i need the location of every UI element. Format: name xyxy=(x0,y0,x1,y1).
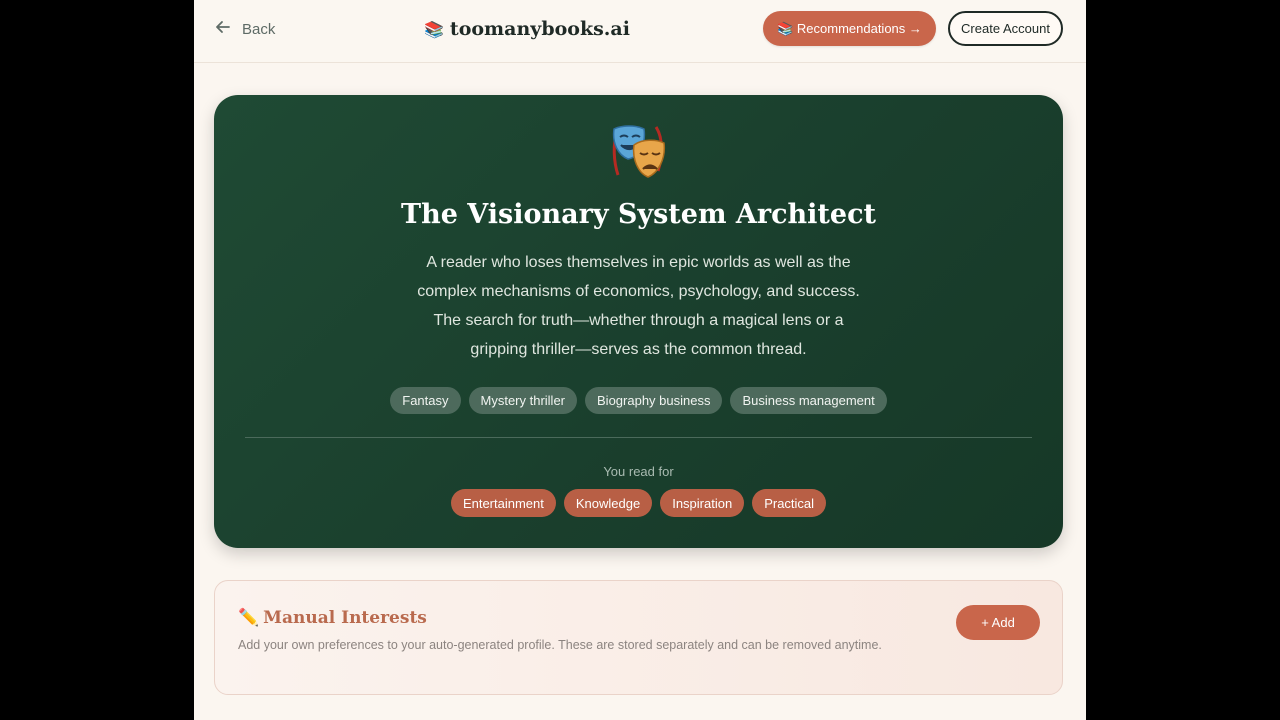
brand-name: toomanybooks.ai xyxy=(449,18,630,40)
back-button[interactable]: Back xyxy=(214,17,275,41)
recommendations-button[interactable]: 📚 Recommendations → xyxy=(763,11,936,46)
add-interest-button[interactable]: + Add xyxy=(956,605,1040,640)
pencil-icon: ✏️ xyxy=(238,608,260,628)
manual-interests-title: Manual Interests xyxy=(263,608,427,628)
books-icon: 📚 xyxy=(424,19,444,39)
genre-tag-mystery-thriller: Mystery thriller xyxy=(468,387,578,414)
reading-purpose-tags: Entertainment Knowledge Inspiration Prac… xyxy=(214,489,1063,517)
add-label: + Add xyxy=(981,615,1015,630)
genre-tags: Fantasy Mystery thriller Biography busin… xyxy=(214,387,1063,414)
manual-interests-panel: ✏️ Manual Interests Add your own prefere… xyxy=(214,580,1063,695)
back-label: Back xyxy=(242,20,276,38)
manual-interests-description: Add your own preferences to your auto-ge… xyxy=(238,638,882,652)
genre-tag-fantasy: Fantasy xyxy=(390,387,461,414)
reader-profile-card: The Visionary System Architect A reader … xyxy=(214,95,1063,548)
purpose-tag-knowledge: Knowledge xyxy=(563,489,653,517)
divider xyxy=(245,437,1032,438)
create-account-button[interactable]: Create Account xyxy=(948,11,1063,46)
purpose-tag-entertainment: Entertainment xyxy=(450,489,556,517)
genre-tag-biography-business: Biography business xyxy=(585,387,723,414)
arrow-left-icon xyxy=(214,18,232,40)
genre-tag-business-management: Business management xyxy=(730,387,887,414)
profile-description: A reader who loses themselves in epic wo… xyxy=(417,254,860,358)
create-account-label: Create Account xyxy=(961,21,1050,36)
brand-logo[interactable]: 📚 toomanybooks.ai xyxy=(424,14,630,44)
purpose-tag-inspiration: Inspiration xyxy=(660,489,745,517)
manual-interests-heading: ✏️ Manual Interests xyxy=(238,608,427,628)
theater-masks-icon xyxy=(608,123,668,179)
profile-title: The Visionary System Architect xyxy=(400,199,876,230)
top-navigation-bar: Back 📚 toomanybooks.ai 📚 Recommendations… xyxy=(194,0,1086,63)
profile-page: Back 📚 toomanybooks.ai 📚 Recommendations… xyxy=(194,0,1086,720)
read-for-label: You read for xyxy=(603,464,674,479)
recommendations-label: 📚 Recommendations → xyxy=(777,20,922,36)
purpose-tag-practical: Practical xyxy=(752,489,827,517)
